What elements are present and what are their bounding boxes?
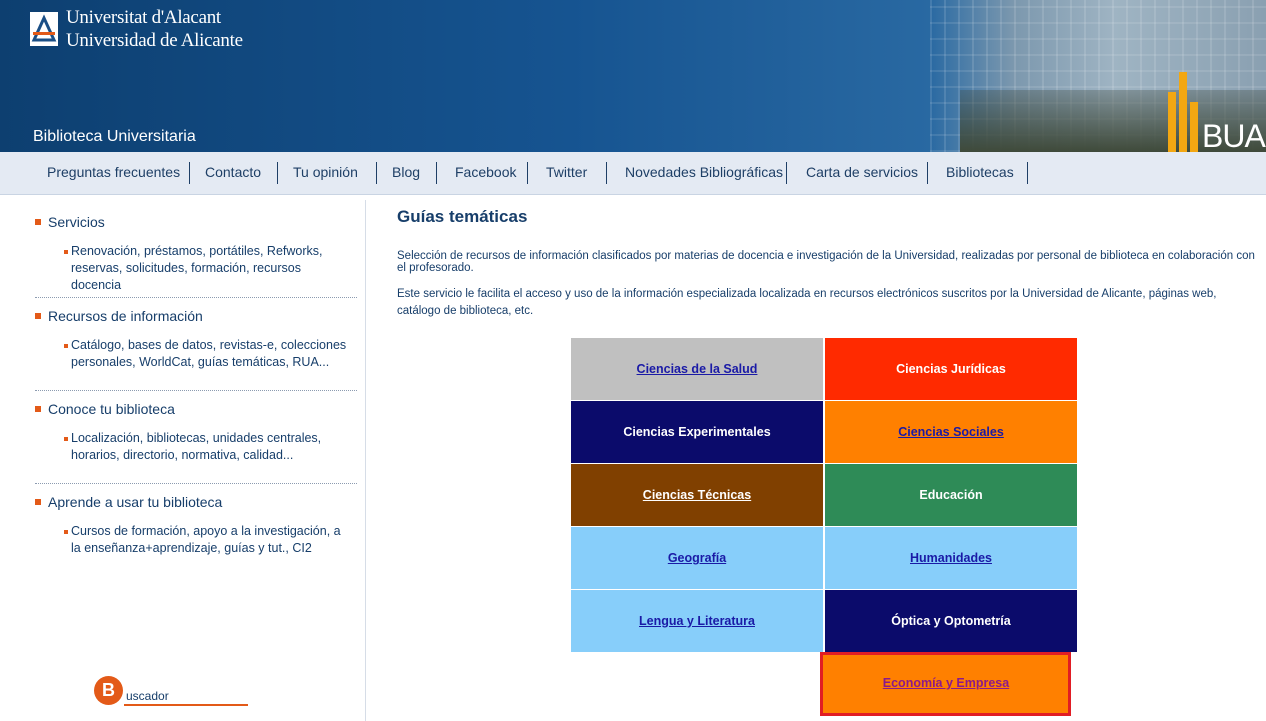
buscador-initial: B bbox=[94, 676, 123, 705]
sub-bullet-icon bbox=[64, 437, 68, 441]
top-navigation: Preguntas frecuentes Contacto Tu opinión… bbox=[0, 152, 1266, 195]
nav-link-bibliotecas[interactable]: Bibliotecas bbox=[946, 164, 1014, 180]
guide-link-ciencias-juridicas[interactable]: Ciencias Jurídicas bbox=[896, 362, 1006, 376]
bua-logo-text[interactable]: BUA bbox=[1202, 120, 1266, 152]
nav-link-novedades[interactable]: Novedades Bibliográficas bbox=[625, 164, 783, 180]
service-paragraph: Este servicio le facilita el acceso y us… bbox=[397, 288, 1217, 317]
page-title: Guías temáticas bbox=[397, 207, 528, 226]
guide-cell[interactable]: Ciencias Experimentales bbox=[571, 401, 823, 463]
guide-link-lengua-literatura[interactable]: Lengua y Literatura bbox=[639, 614, 755, 628]
guide-link-humanidades[interactable]: Humanidades bbox=[910, 551, 992, 565]
university-name-spanish[interactable]: Universidad de Alicante bbox=[66, 30, 243, 52]
guide-cell[interactable]: Ciencias Sociales bbox=[825, 401, 1077, 463]
nav-separator bbox=[376, 162, 377, 184]
guide-link-ciencias-experimentales[interactable]: Ciencias Experimentales bbox=[623, 425, 770, 439]
nav-link-twitter[interactable]: Twitter bbox=[546, 164, 587, 180]
university-logo-icon[interactable] bbox=[30, 12, 58, 46]
nav-separator bbox=[527, 162, 528, 184]
sidebar-section-aprende[interactable]: Aprende a usar tu biblioteca bbox=[48, 494, 222, 510]
guide-link-ciencias-sociales[interactable]: Ciencias Sociales bbox=[898, 425, 1004, 439]
guide-cell[interactable]: Educación bbox=[825, 464, 1077, 526]
nav-separator bbox=[1027, 162, 1028, 184]
nav-link-contact[interactable]: Contacto bbox=[205, 164, 261, 180]
buscador-label: uscador bbox=[126, 689, 169, 703]
guide-cell[interactable]: Lengua y Literatura bbox=[571, 590, 823, 652]
nav-separator bbox=[927, 162, 928, 184]
guide-cell[interactable]: Óptica y Optometría bbox=[825, 590, 1077, 652]
nav-separator bbox=[606, 162, 607, 184]
section-bullet-icon bbox=[35, 313, 41, 319]
guide-link-ciencias-salud[interactable]: Ciencias de la Salud bbox=[637, 362, 758, 376]
nav-separator bbox=[277, 162, 278, 184]
nav-separator bbox=[189, 162, 190, 184]
sidebar-divider bbox=[35, 483, 357, 484]
sidebar-section-recursos[interactable]: Recursos de información bbox=[48, 308, 203, 324]
guide-cell[interactable]: Ciencias Técnicas bbox=[571, 464, 823, 526]
highlight-box bbox=[820, 652, 1071, 716]
library-title[interactable]: Biblioteca Universitaria bbox=[33, 128, 196, 146]
sidebar-section-conoce[interactable]: Conoce tu biblioteca bbox=[48, 401, 175, 417]
guide-link-optica-optometria[interactable]: Óptica y Optometría bbox=[891, 614, 1010, 628]
guide-cell[interactable]: Ciencias de la Salud bbox=[571, 338, 823, 400]
section-bullet-icon bbox=[35, 499, 41, 505]
intro-paragraph: Selección de recursos de información cla… bbox=[397, 250, 1255, 274]
university-name-valencian[interactable]: Universitat d'Alacant bbox=[66, 7, 221, 29]
section-bullet-icon bbox=[35, 406, 41, 412]
guide-link-educacion[interactable]: Educación bbox=[919, 488, 982, 502]
guide-cell[interactable]: Geografía bbox=[571, 527, 823, 589]
nav-link-faq[interactable]: Preguntas frecuentes bbox=[47, 164, 180, 180]
nav-separator bbox=[786, 162, 787, 184]
buscador-underline bbox=[124, 704, 248, 706]
sidebar-section-servicios[interactable]: Servicios bbox=[48, 214, 105, 230]
sub-bullet-icon bbox=[64, 250, 68, 254]
sidebar-sub-recursos[interactable]: Catálogo, bases de datos, revistas-e, co… bbox=[71, 337, 351, 371]
sub-bullet-icon bbox=[64, 530, 68, 534]
guide-link-ciencias-tecnicas[interactable]: Ciencias Técnicas bbox=[643, 488, 751, 502]
sidebar-sub-conoce[interactable]: Localización, bibliotecas, unidades cent… bbox=[71, 430, 351, 464]
sidebar-sub-servicios[interactable]: Renovación, préstamos, portátiles, Refwo… bbox=[71, 243, 351, 294]
nav-link-blog[interactable]: Blog bbox=[392, 164, 420, 180]
guide-cell[interactable]: Humanidades bbox=[825, 527, 1077, 589]
site-header: Universitat d'Alacant Universidad de Ali… bbox=[0, 0, 1266, 152]
column-divider bbox=[365, 200, 366, 721]
sidebar-divider bbox=[35, 297, 357, 298]
nav-link-carta-servicios[interactable]: Carta de servicios bbox=[806, 164, 918, 180]
section-bullet-icon bbox=[35, 219, 41, 225]
nav-link-opinion[interactable]: Tu opinión bbox=[293, 164, 358, 180]
sidebar-divider bbox=[35, 390, 357, 391]
guide-cell[interactable]: Ciencias Jurídicas bbox=[825, 338, 1077, 400]
nav-separator bbox=[436, 162, 437, 184]
nav-link-facebook[interactable]: Facebook bbox=[455, 164, 516, 180]
sub-bullet-icon bbox=[64, 344, 68, 348]
guide-link-geografia[interactable]: Geografía bbox=[668, 551, 726, 565]
sidebar-sub-aprende[interactable]: Cursos de formación, apoyo a la investig… bbox=[71, 523, 351, 557]
